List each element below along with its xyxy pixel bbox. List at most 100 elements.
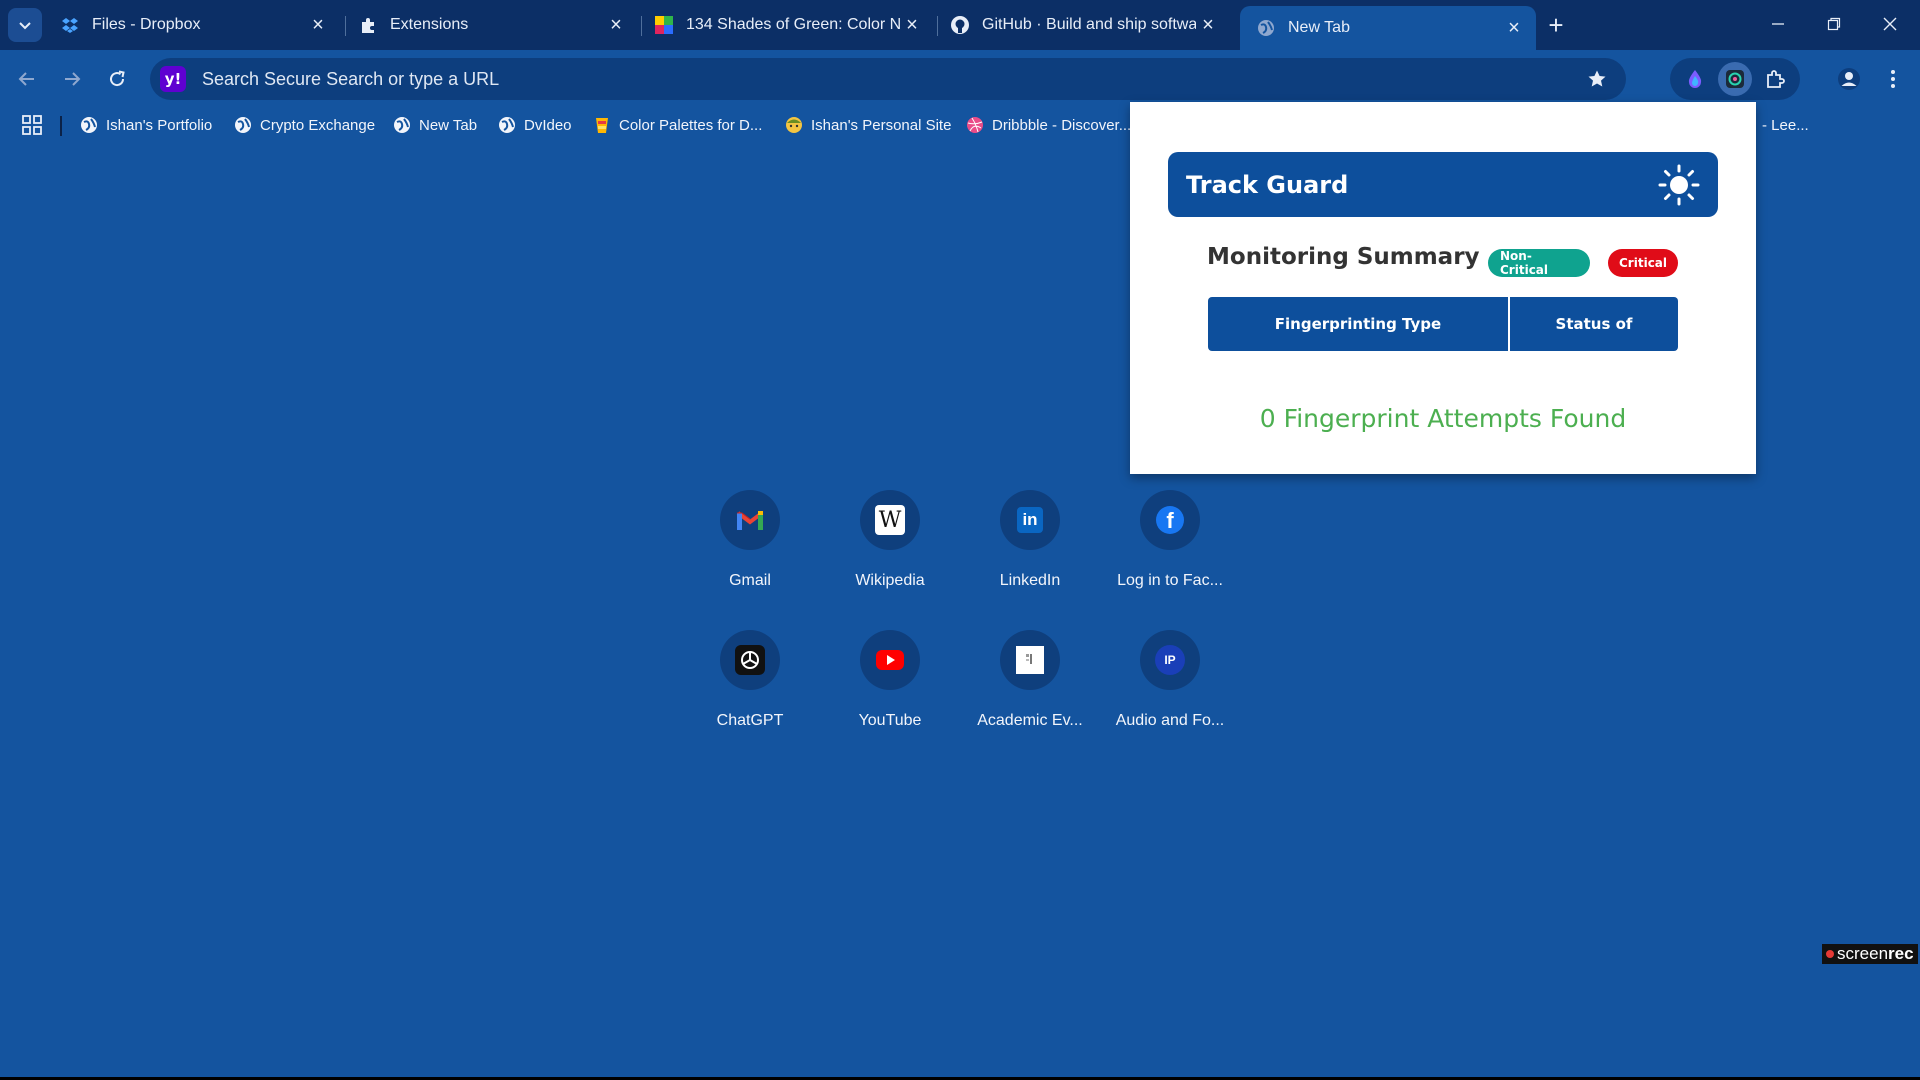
shortcut-academic[interactable]: Academic Ev...	[970, 630, 1090, 750]
shortcut-label: Wikipedia	[855, 572, 925, 589]
color-grid-icon	[654, 15, 674, 35]
bookmark-ishans-portfolio[interactable]: Ishan's Portfolio	[80, 112, 212, 138]
apps-grid-icon[interactable]	[22, 115, 42, 135]
tab-search-button[interactable]	[8, 8, 42, 42]
dropbox-icon	[60, 15, 80, 35]
shortcut-audio-and-fo[interactable]: IP Audio and Fo...	[1110, 630, 1230, 750]
new-tab-button[interactable]: +	[1542, 10, 1570, 40]
reload-icon	[110, 70, 125, 87]
close-icon[interactable]: ×	[604, 13, 628, 37]
arrow-left-icon	[18, 72, 34, 86]
tab-title: GitHub · Build and ship softwar	[982, 16, 1196, 33]
linkedin-icon: in	[1000, 490, 1060, 550]
shortcut-gmail[interactable]: Gmail	[690, 490, 810, 610]
close-icon[interactable]: ×	[306, 13, 330, 37]
more-menu-icon[interactable]	[1876, 62, 1910, 96]
bookmark-lee[interactable]: - Lee...	[1762, 112, 1809, 138]
bookmark-label: Ishan's Personal Site	[811, 116, 952, 134]
close-icon[interactable]: ×	[900, 13, 924, 37]
chatgpt-icon	[720, 630, 780, 690]
column-header-status: Status of	[1555, 315, 1633, 333]
watermark-text-bold: rec	[1888, 944, 1914, 963]
window-close-button[interactable]	[1862, 6, 1918, 42]
bookmark-label: Color Palettes for D...	[619, 116, 763, 134]
tab-shades-of-green[interactable]: 134 Shades of Green: Color Nar ×	[638, 6, 934, 44]
minimize-icon	[1772, 23, 1784, 25]
shortcut-youtube[interactable]: YouTube	[830, 630, 950, 750]
restore-button[interactable]	[1806, 6, 1862, 42]
bookmarks-separator	[60, 116, 62, 136]
youtube-icon	[860, 630, 920, 690]
globe-icon	[1256, 18, 1276, 38]
bookmark-dribbble[interactable]: Dribbble - Discover...	[966, 112, 1131, 138]
back-button[interactable]	[10, 62, 44, 96]
non-critical-badge[interactable]: Non-Critical	[1488, 249, 1590, 277]
globe-icon	[234, 116, 252, 134]
palette-icon	[593, 116, 611, 134]
github-icon	[950, 15, 970, 35]
emoji-icon	[785, 116, 803, 134]
address-placeholder[interactable]: Search Secure Search or type a URL	[202, 69, 1580, 90]
fingerprint-attempts-status: 0 Fingerprint Attempts Found	[1259, 404, 1627, 433]
shortcut-label: ChatGPT	[716, 712, 784, 729]
critical-badge[interactable]: Critical	[1608, 249, 1678, 277]
watermark-text: screen	[1837, 944, 1889, 963]
close-icon	[1883, 17, 1897, 31]
globe-icon	[393, 116, 411, 134]
popup-header: Track Guard	[1168, 152, 1718, 217]
globe-icon	[498, 116, 516, 134]
shortcut-linkedin[interactable]: in LinkedIn	[970, 490, 1090, 610]
dribbble-icon	[966, 116, 984, 134]
shortcut-label: Academic Ev...	[977, 712, 1083, 729]
shortcut-wikipedia[interactable]: W Wikipedia	[830, 490, 950, 610]
record-dot-icon	[1826, 950, 1834, 958]
tab-new-tab[interactable]: New Tab ×	[1240, 6, 1536, 50]
shortcut-chatgpt[interactable]: ChatGPT	[690, 630, 810, 750]
bookmark-label: Ishan's Portfolio	[106, 116, 213, 134]
bookmark-label: Crypto Exchange	[260, 116, 376, 134]
monitoring-summary-title: Monitoring Summary	[1207, 244, 1480, 270]
wikipedia-icon: W	[860, 490, 920, 550]
arrow-right-icon	[65, 72, 81, 86]
shortcut-label: LinkedIn	[999, 572, 1061, 589]
bookmark-crypto-exchange[interactable]: Crypto Exchange	[234, 112, 375, 138]
sun-icon[interactable]	[1658, 164, 1700, 206]
extensions-puzzle-icon[interactable]	[1758, 62, 1792, 96]
tab-extensions[interactable]: Extensions ×	[342, 6, 638, 44]
tab-title: New Tab	[1288, 19, 1350, 36]
bookmark-star-icon[interactable]	[1580, 62, 1614, 96]
shortcut-label: YouTube	[858, 712, 922, 729]
tab-dropbox[interactable]: Files - Dropbox ×	[44, 6, 340, 44]
forward-button[interactable]	[55, 62, 89, 96]
tab-github[interactable]: GitHub · Build and ship softwar ×	[934, 6, 1230, 44]
reload-button[interactable]	[100, 62, 134, 96]
fingerprint-table-header: Fingerprinting Type Status of	[1208, 297, 1678, 351]
academic-icon	[1000, 630, 1060, 690]
screenrec-watermark: screen rec	[1822, 944, 1918, 964]
tab-title: 134 Shades of Green: Color Nar	[686, 16, 900, 33]
shortcut-facebook[interactable]: f Log in to Fac...	[1110, 490, 1230, 610]
bookmark-label: New Tab	[419, 116, 478, 134]
bookmark-color-palettes[interactable]: Color Palettes for D...	[593, 112, 762, 138]
popup-title: Track Guard	[1186, 170, 1349, 199]
address-bar[interactable]: y! Search Secure Search or type a URL	[150, 58, 1626, 100]
minimize-button[interactable]	[1750, 6, 1806, 42]
bookmark-label: DvIdeo	[524, 116, 572, 134]
bookmark-ishans-personal-site[interactable]: Ishan's Personal Site	[785, 112, 951, 138]
bookmark-label: Dribbble - Discover...	[992, 116, 1132, 134]
toolbar: y! Search Secure Search or type a URL	[0, 50, 1920, 108]
puzzle-icon	[358, 15, 378, 35]
bookmark-dvideo[interactable]: DvIdeo	[498, 112, 572, 138]
facebook-glyph: f	[1156, 506, 1184, 534]
close-icon[interactable]: ×	[1196, 13, 1220, 37]
bookmark-new-tab[interactable]: New Tab	[393, 112, 477, 138]
profile-avatar-icon[interactable]	[1832, 62, 1866, 96]
shortcut-label: Log in to Fac...	[1117, 572, 1223, 589]
shortcut-label: Gmail	[729, 572, 771, 589]
tab-title: Files - Dropbox	[92, 16, 201, 33]
drop-extension-icon[interactable]	[1678, 62, 1712, 96]
close-icon[interactable]: ×	[1502, 16, 1526, 40]
track-guard-extension-icon[interactable]	[1718, 62, 1752, 96]
bookmark-label: - Lee...	[1762, 116, 1809, 134]
shortcut-label: Audio and Fo...	[1115, 712, 1225, 729]
